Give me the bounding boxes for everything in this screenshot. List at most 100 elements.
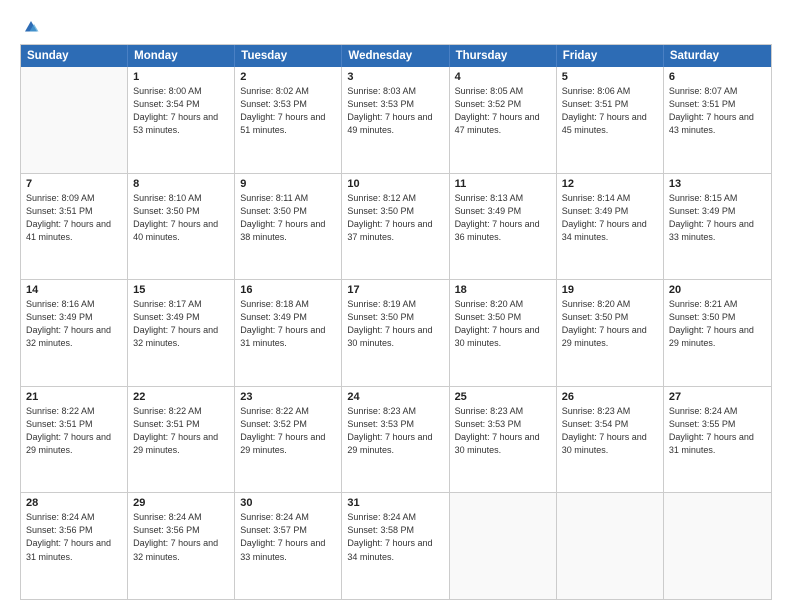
day-number: 26 xyxy=(562,391,658,403)
logo xyxy=(20,18,42,36)
calendar-cell: 6Sunrise: 8:07 AMSunset: 3:51 PMDaylight… xyxy=(664,67,771,173)
day-number: 25 xyxy=(455,391,551,403)
header xyxy=(20,18,772,36)
day-info: Sunrise: 8:05 AMSunset: 3:52 PMDaylight:… xyxy=(455,85,551,137)
calendar-cell: 12 Sunrise: 8:14 AMSunset: 3:49 PMDayligh… xyxy=(557,174,664,280)
day-info: Sunrise: 8:22 AMSunset: 3:51 PMDaylight:… xyxy=(133,405,229,457)
calendar-day-header: Wednesday xyxy=(342,45,449,67)
calendar-cell: 27Sunrise: 8:24 AMSunset: 3:55 PMDayligh… xyxy=(664,387,771,493)
day-info: Sunrise: 8:06 AMSunset: 3:51 PMDaylight:… xyxy=(562,85,658,137)
day-info: Sunrise: 8:23 AMSunset: 3:53 PMDaylight:… xyxy=(455,405,551,457)
day-info: Sunrise: 8:00 AMSunset: 3:54 PMDaylight:… xyxy=(133,85,229,137)
calendar-row: 7Sunrise: 8:09 AMSunset: 3:51 PMDaylight… xyxy=(21,173,771,280)
calendar-cell: 14 Sunrise: 8:16 AMSunset: 3:49 PMDayligh… xyxy=(21,280,128,386)
day-info: Sunrise: 8:17 AMSunset: 3:49 PMDaylight:… xyxy=(133,298,229,350)
day-number: 8 xyxy=(133,178,229,190)
day-number: 16 xyxy=(240,284,336,296)
calendar-cell: 8 Sunrise: 8:10 AMSunset: 3:50 PMDaylight… xyxy=(128,174,235,280)
calendar-cell: 26Sunrise: 8:23 AMSunset: 3:54 PMDayligh… xyxy=(557,387,664,493)
day-info: Sunrise: 8:24 AMSunset: 3:57 PMDaylight:… xyxy=(240,511,336,563)
calendar-cell: 1 Sunrise: 8:00 AMSunset: 3:54 PMDaylight… xyxy=(128,67,235,173)
calendar-day-header: Tuesday xyxy=(235,45,342,67)
day-info: Sunrise: 8:24 AMSunset: 3:56 PMDaylight:… xyxy=(26,511,122,563)
day-number: 23 xyxy=(240,391,336,403)
day-number: 1 xyxy=(133,71,229,83)
calendar-cell: 21 Sunrise: 8:22 AMSunset: 3:51 PMDayligh… xyxy=(21,387,128,493)
calendar-cell: 3 Sunrise: 8:03 AMSunset: 3:53 PMDaylight… xyxy=(342,67,449,173)
calendar-cell: 7Sunrise: 8:09 AMSunset: 3:51 PMDaylight… xyxy=(21,174,128,280)
day-number: 15 xyxy=(133,284,229,296)
day-info: Sunrise: 8:22 AMSunset: 3:51 PMDaylight:… xyxy=(26,405,122,457)
calendar-day-header: Sunday xyxy=(21,45,128,67)
calendar-cell: 28Sunrise: 8:24 AMSunset: 3:56 PMDayligh… xyxy=(21,493,128,599)
day-info: Sunrise: 8:09 AMSunset: 3:51 PMDaylight:… xyxy=(26,192,122,244)
day-info: Sunrise: 8:21 AMSunset: 3:50 PMDaylight:… xyxy=(669,298,766,350)
day-info: Sunrise: 8:22 AMSunset: 3:52 PMDaylight:… xyxy=(240,405,336,457)
calendar-cell: 30 Sunrise: 8:24 AMSunset: 3:57 PMDayligh… xyxy=(235,493,342,599)
calendar-day-header: Thursday xyxy=(450,45,557,67)
day-info: Sunrise: 8:11 AMSunset: 3:50 PMDaylight:… xyxy=(240,192,336,244)
day-number: 3 xyxy=(347,71,443,83)
day-number: 6 xyxy=(669,71,766,83)
day-info: Sunrise: 8:03 AMSunset: 3:53 PMDaylight:… xyxy=(347,85,443,137)
day-number: 30 xyxy=(240,497,336,509)
calendar-cell: 29 Sunrise: 8:24 AMSunset: 3:56 PMDayligh… xyxy=(128,493,235,599)
calendar-cell: 16Sunrise: 8:18 AMSunset: 3:49 PMDayligh… xyxy=(235,280,342,386)
day-info: Sunrise: 8:13 AMSunset: 3:49 PMDaylight:… xyxy=(455,192,551,244)
logo-icon xyxy=(22,18,40,36)
day-number: 4 xyxy=(455,71,551,83)
day-info: Sunrise: 8:16 AMSunset: 3:49 PMDaylight:… xyxy=(26,298,122,350)
day-info: Sunrise: 8:23 AMSunset: 3:53 PMDaylight:… xyxy=(347,405,443,457)
day-number: 2 xyxy=(240,71,336,83)
day-number: 29 xyxy=(133,497,229,509)
page: SundayMondayTuesdayWednesdayThursdayFrid… xyxy=(0,0,792,612)
day-info: Sunrise: 8:24 AMSunset: 3:56 PMDaylight:… xyxy=(133,511,229,563)
day-number: 19 xyxy=(562,284,658,296)
calendar-cell: 20Sunrise: 8:21 AMSunset: 3:50 PMDayligh… xyxy=(664,280,771,386)
calendar: SundayMondayTuesdayWednesdayThursdayFrid… xyxy=(20,44,772,600)
calendar-cell: 15 Sunrise: 8:17 AMSunset: 3:49 PMDayligh… xyxy=(128,280,235,386)
day-info: Sunrise: 8:19 AMSunset: 3:50 PMDaylight:… xyxy=(347,298,443,350)
calendar-cell: 19 Sunrise: 8:20 AMSunset: 3:50 PMDayligh… xyxy=(557,280,664,386)
calendar-cell: 5 Sunrise: 8:06 AMSunset: 3:51 PMDaylight… xyxy=(557,67,664,173)
day-info: Sunrise: 8:02 AMSunset: 3:53 PMDaylight:… xyxy=(240,85,336,137)
day-number: 14 xyxy=(26,284,122,296)
calendar-cell: 13 Sunrise: 8:15 AMSunset: 3:49 PMDayligh… xyxy=(664,174,771,280)
day-info: Sunrise: 8:10 AMSunset: 3:50 PMDaylight:… xyxy=(133,192,229,244)
day-number: 12 xyxy=(562,178,658,190)
calendar-cell: 18 Sunrise: 8:20 AMSunset: 3:50 PMDayligh… xyxy=(450,280,557,386)
day-number: 21 xyxy=(26,391,122,403)
calendar-cell: 2 Sunrise: 8:02 AMSunset: 3:53 PMDaylight… xyxy=(235,67,342,173)
calendar-cell xyxy=(21,67,128,173)
calendar-cell: 11 Sunrise: 8:13 AMSunset: 3:49 PMDayligh… xyxy=(450,174,557,280)
day-number: 24 xyxy=(347,391,443,403)
day-info: Sunrise: 8:20 AMSunset: 3:50 PMDaylight:… xyxy=(562,298,658,350)
calendar-day-header: Saturday xyxy=(664,45,771,67)
calendar-row: 14 Sunrise: 8:16 AMSunset: 3:49 PMDayligh… xyxy=(21,279,771,386)
day-number: 17 xyxy=(347,284,443,296)
day-number: 27 xyxy=(669,391,766,403)
day-info: Sunrise: 8:12 AMSunset: 3:50 PMDaylight:… xyxy=(347,192,443,244)
calendar-cell xyxy=(557,493,664,599)
day-number: 5 xyxy=(562,71,658,83)
day-number: 11 xyxy=(455,178,551,190)
calendar-cell: 17 Sunrise: 8:19 AMSunset: 3:50 PMDayligh… xyxy=(342,280,449,386)
calendar-body: 1 Sunrise: 8:00 AMSunset: 3:54 PMDaylight… xyxy=(21,67,771,599)
calendar-cell: 10 Sunrise: 8:12 AMSunset: 3:50 PMDayligh… xyxy=(342,174,449,280)
day-info: Sunrise: 8:14 AMSunset: 3:49 PMDaylight:… xyxy=(562,192,658,244)
calendar-cell: 22Sunrise: 8:22 AMSunset: 3:51 PMDayligh… xyxy=(128,387,235,493)
calendar-cell: 24 Sunrise: 8:23 AMSunset: 3:53 PMDayligh… xyxy=(342,387,449,493)
day-info: Sunrise: 8:20 AMSunset: 3:50 PMDaylight:… xyxy=(455,298,551,350)
calendar-day-header: Monday xyxy=(128,45,235,67)
day-number: 18 xyxy=(455,284,551,296)
day-number: 13 xyxy=(669,178,766,190)
calendar-row: 28Sunrise: 8:24 AMSunset: 3:56 PMDayligh… xyxy=(21,492,771,599)
day-number: 10 xyxy=(347,178,443,190)
calendar-cell xyxy=(450,493,557,599)
calendar-cell: 4 Sunrise: 8:05 AMSunset: 3:52 PMDaylight… xyxy=(450,67,557,173)
calendar-header: SundayMondayTuesdayWednesdayThursdayFrid… xyxy=(21,45,771,67)
calendar-cell: 9Sunrise: 8:11 AMSunset: 3:50 PMDaylight… xyxy=(235,174,342,280)
calendar-cell: 25 Sunrise: 8:23 AMSunset: 3:53 PMDayligh… xyxy=(450,387,557,493)
day-info: Sunrise: 8:15 AMSunset: 3:49 PMDaylight:… xyxy=(669,192,766,244)
calendar-day-header: Friday xyxy=(557,45,664,67)
